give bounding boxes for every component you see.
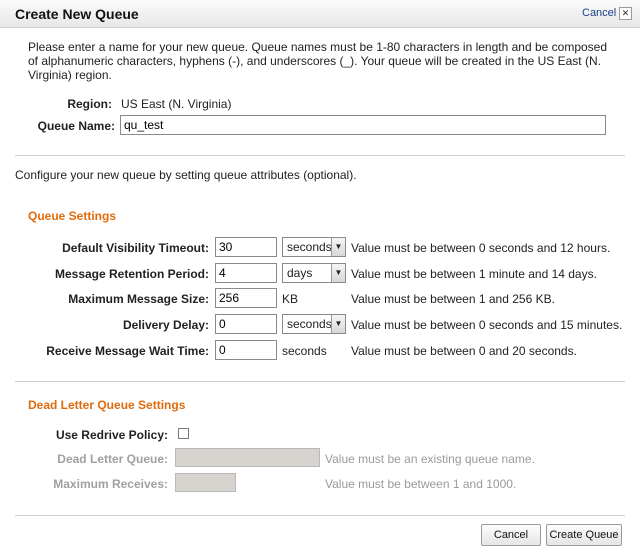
retention-period-label: Message Retention Period: xyxy=(54,267,209,281)
dead-letter-queue-hint: Value must be an existing queue name. xyxy=(325,452,535,466)
select-value: days xyxy=(287,266,313,280)
use-redrive-checkbox[interactable] xyxy=(178,428,189,439)
intro-text: Please enter a name for your new queue. … xyxy=(28,40,608,82)
max-message-size-hint: Value must be between 1 and 256 KB. xyxy=(351,292,555,306)
cancel-button[interactable]: Cancel xyxy=(481,524,541,546)
dead-letter-queue-input[interactable] xyxy=(175,448,320,467)
chevron-down-icon: ▼ xyxy=(331,264,345,282)
divider xyxy=(15,155,625,156)
retention-period-hint: Value must be between 1 minute and 14 da… xyxy=(351,267,597,281)
delivery-delay-unit-select[interactable]: seconds ▼ xyxy=(282,314,346,334)
dialog-title: Create New Queue xyxy=(15,6,139,22)
max-receives-input[interactable] xyxy=(175,473,236,492)
configure-text: Configure your new queue by setting queu… xyxy=(15,168,357,182)
visibility-timeout-label: Default Visibility Timeout: xyxy=(62,241,209,255)
delivery-delay-label: Delivery Delay: xyxy=(122,318,209,332)
visibility-timeout-hint: Value must be between 0 seconds and 12 h… xyxy=(351,241,611,255)
queue-settings-heading: Queue Settings xyxy=(28,209,117,223)
cancel-link[interactable]: Cancel xyxy=(582,7,616,19)
create-queue-button[interactable]: Create Queue xyxy=(546,524,622,546)
select-value: seconds xyxy=(287,240,332,254)
queue-name-label: Queue Name: xyxy=(37,119,115,133)
receive-wait-time-label: Receive Message Wait Time: xyxy=(46,344,209,358)
dialog-titlebar: Create New Queue Cancel ✕ xyxy=(0,0,640,28)
divider xyxy=(15,515,625,516)
max-receives-label: Maximum Receives: xyxy=(53,477,168,491)
visibility-timeout-input[interactable] xyxy=(215,237,277,257)
receive-wait-time-input[interactable] xyxy=(215,340,277,360)
retention-period-input[interactable] xyxy=(215,263,277,283)
queue-name-input[interactable] xyxy=(120,115,606,135)
region-label: Region: xyxy=(67,97,112,111)
retention-period-unit-select[interactable]: days ▼ xyxy=(282,263,346,283)
delivery-delay-input[interactable] xyxy=(215,314,277,334)
region-value: US East (N. Virginia) xyxy=(121,97,232,111)
receive-wait-time-unit: seconds xyxy=(282,344,327,358)
max-message-size-label: Maximum Message Size: xyxy=(68,292,209,306)
max-receives-hint: Value must be between 1 and 1000. xyxy=(325,477,517,491)
select-value: seconds xyxy=(287,317,332,331)
dead-letter-queue-label: Dead Letter Queue: xyxy=(57,452,168,466)
receive-wait-time-hint: Value must be between 0 and 20 seconds. xyxy=(351,344,577,358)
delivery-delay-hint: Value must be between 0 seconds and 15 m… xyxy=(351,318,623,332)
chevron-down-icon: ▼ xyxy=(331,238,345,256)
divider xyxy=(15,381,625,382)
chevron-down-icon: ▼ xyxy=(331,315,345,333)
visibility-timeout-unit-select[interactable]: seconds ▼ xyxy=(282,237,346,257)
dlq-settings-heading: Dead Letter Queue Settings xyxy=(28,398,186,412)
max-message-size-input[interactable] xyxy=(215,288,277,308)
max-message-size-unit: KB xyxy=(282,292,299,306)
use-redrive-label: Use Redrive Policy: xyxy=(55,428,168,442)
close-icon[interactable]: ✕ xyxy=(619,7,632,20)
